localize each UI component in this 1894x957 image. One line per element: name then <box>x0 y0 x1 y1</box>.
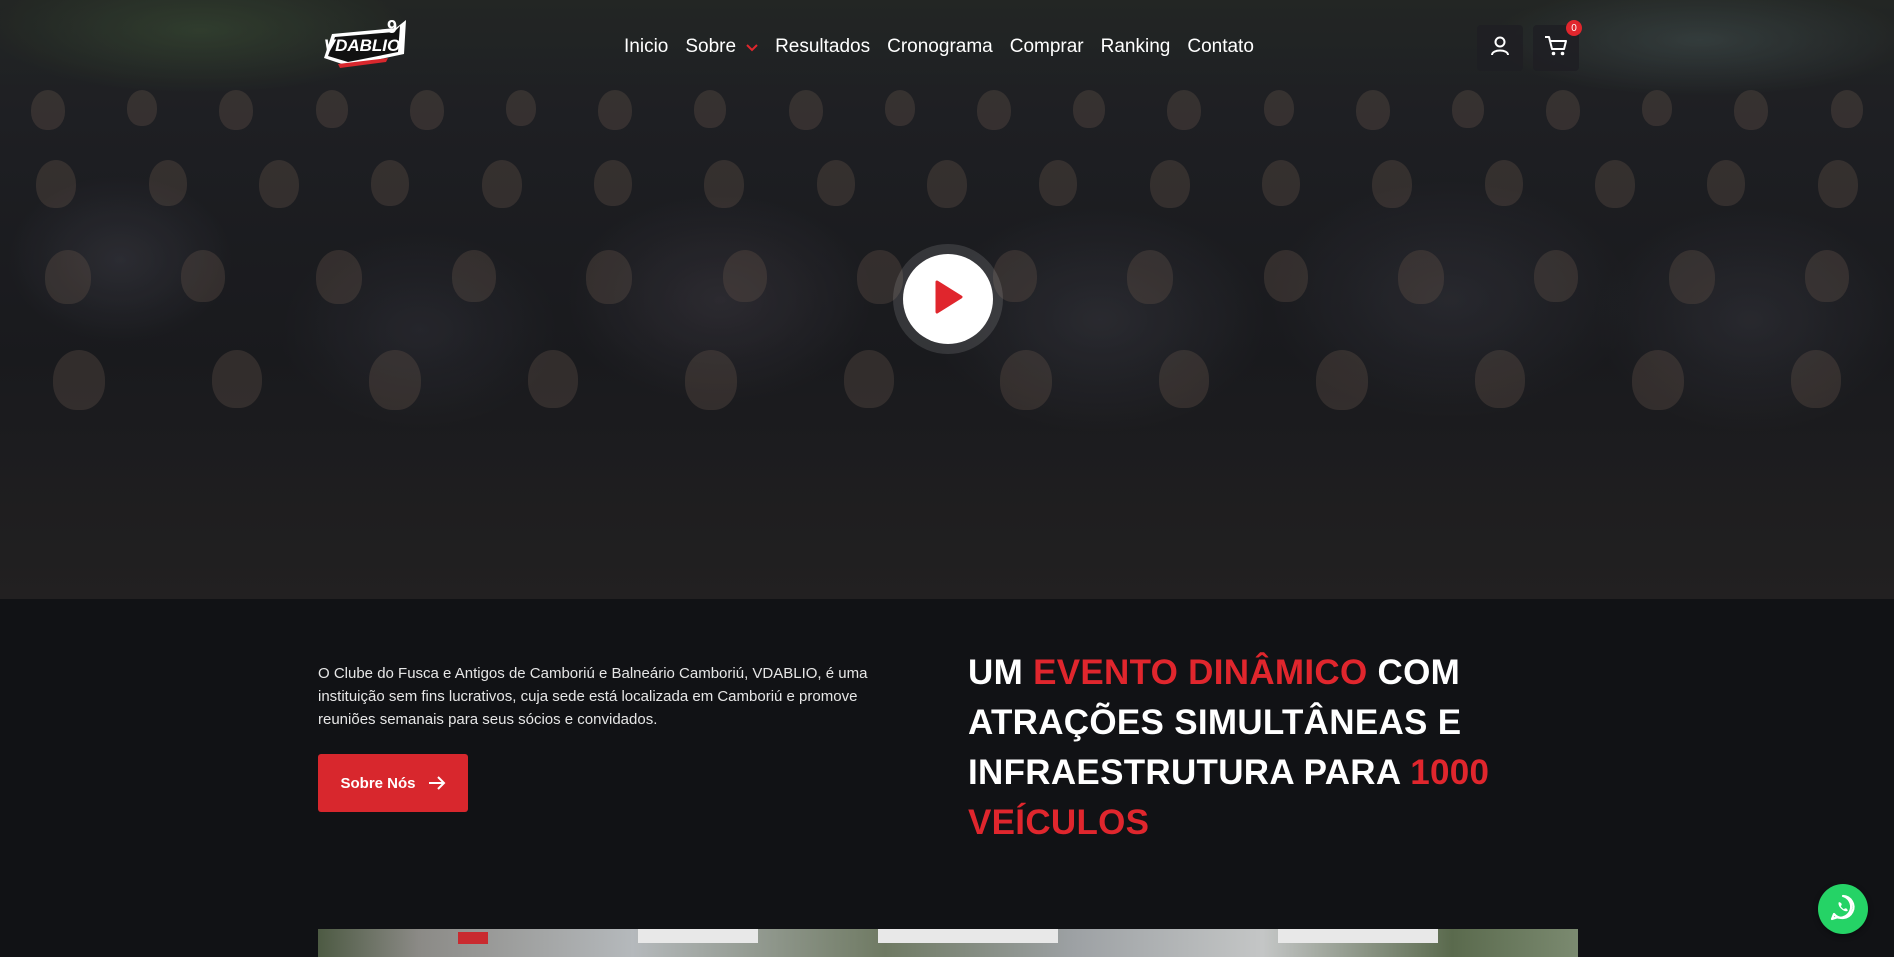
user-icon <box>1489 35 1511 62</box>
nav-label: Comprar <box>1009 36 1084 57</box>
image-detail <box>458 932 488 944</box>
svg-text:VDABLIO: VDABLIO <box>324 36 401 55</box>
image-detail <box>638 929 758 943</box>
nav-item-sobre[interactable]: Sobre <box>685 36 758 58</box>
nav-label: Cronograma <box>887 36 993 57</box>
nav-item-inicio[interactable]: Inicio <box>624 36 668 58</box>
button-label: Sobre Nós <box>340 774 416 792</box>
headline-highlight: EVENTO DINÂMICO <box>1033 653 1368 692</box>
nav-item-comprar[interactable]: Comprar <box>1010 36 1084 58</box>
vdablio-logo[interactable]: VDABLIO 9 <box>318 14 412 76</box>
whatsapp-button[interactable] <box>1818 884 1868 934</box>
svg-text:9: 9 <box>387 17 397 37</box>
account-button[interactable] <box>1477 25 1523 71</box>
nav-label: Ranking <box>1100 36 1171 57</box>
play-icon <box>933 280 963 319</box>
cart-icon <box>1544 35 1568 62</box>
event-aerial-image <box>318 929 1578 957</box>
nav-label: Inicio <box>624 36 669 57</box>
event-headline: UM EVENTO DINÂMICO COM ATRAÇÕES SIMULTÂN… <box>968 648 1528 848</box>
chevron-down-icon <box>746 36 758 58</box>
cart-count-badge: 0 <box>1566 20 1582 36</box>
nav-item-cronograma[interactable]: Cronograma <box>887 36 993 58</box>
about-description: O Clube do Fusca e Antigos de Camboriú e… <box>318 665 868 728</box>
hero-video-section: VDABLIO 9 Inicio Sobre Resultados Cronog… <box>0 0 1894 599</box>
headline-text: UM <box>968 653 1034 692</box>
cart-button[interactable]: 0 <box>1533 20 1582 71</box>
nav-label: Sobre <box>685 36 737 57</box>
play-video-button[interactable] <box>903 254 993 344</box>
nav-item-resultados[interactable]: Resultados <box>775 36 870 58</box>
nav-label: Resultados <box>775 36 871 57</box>
about-us-button[interactable]: Sobre Nós <box>318 754 468 812</box>
whatsapp-icon <box>1829 893 1857 926</box>
nav-item-ranking[interactable]: Ranking <box>1101 36 1171 58</box>
image-detail <box>878 929 1058 943</box>
nav-label: Contato <box>1187 36 1254 57</box>
main-nav: Inicio Sobre Resultados Cronograma Compr… <box>624 34 1271 60</box>
nav-item-contato[interactable]: Contato <box>1187 36 1254 58</box>
image-detail <box>1278 929 1438 943</box>
arrow-right-icon <box>428 776 445 790</box>
